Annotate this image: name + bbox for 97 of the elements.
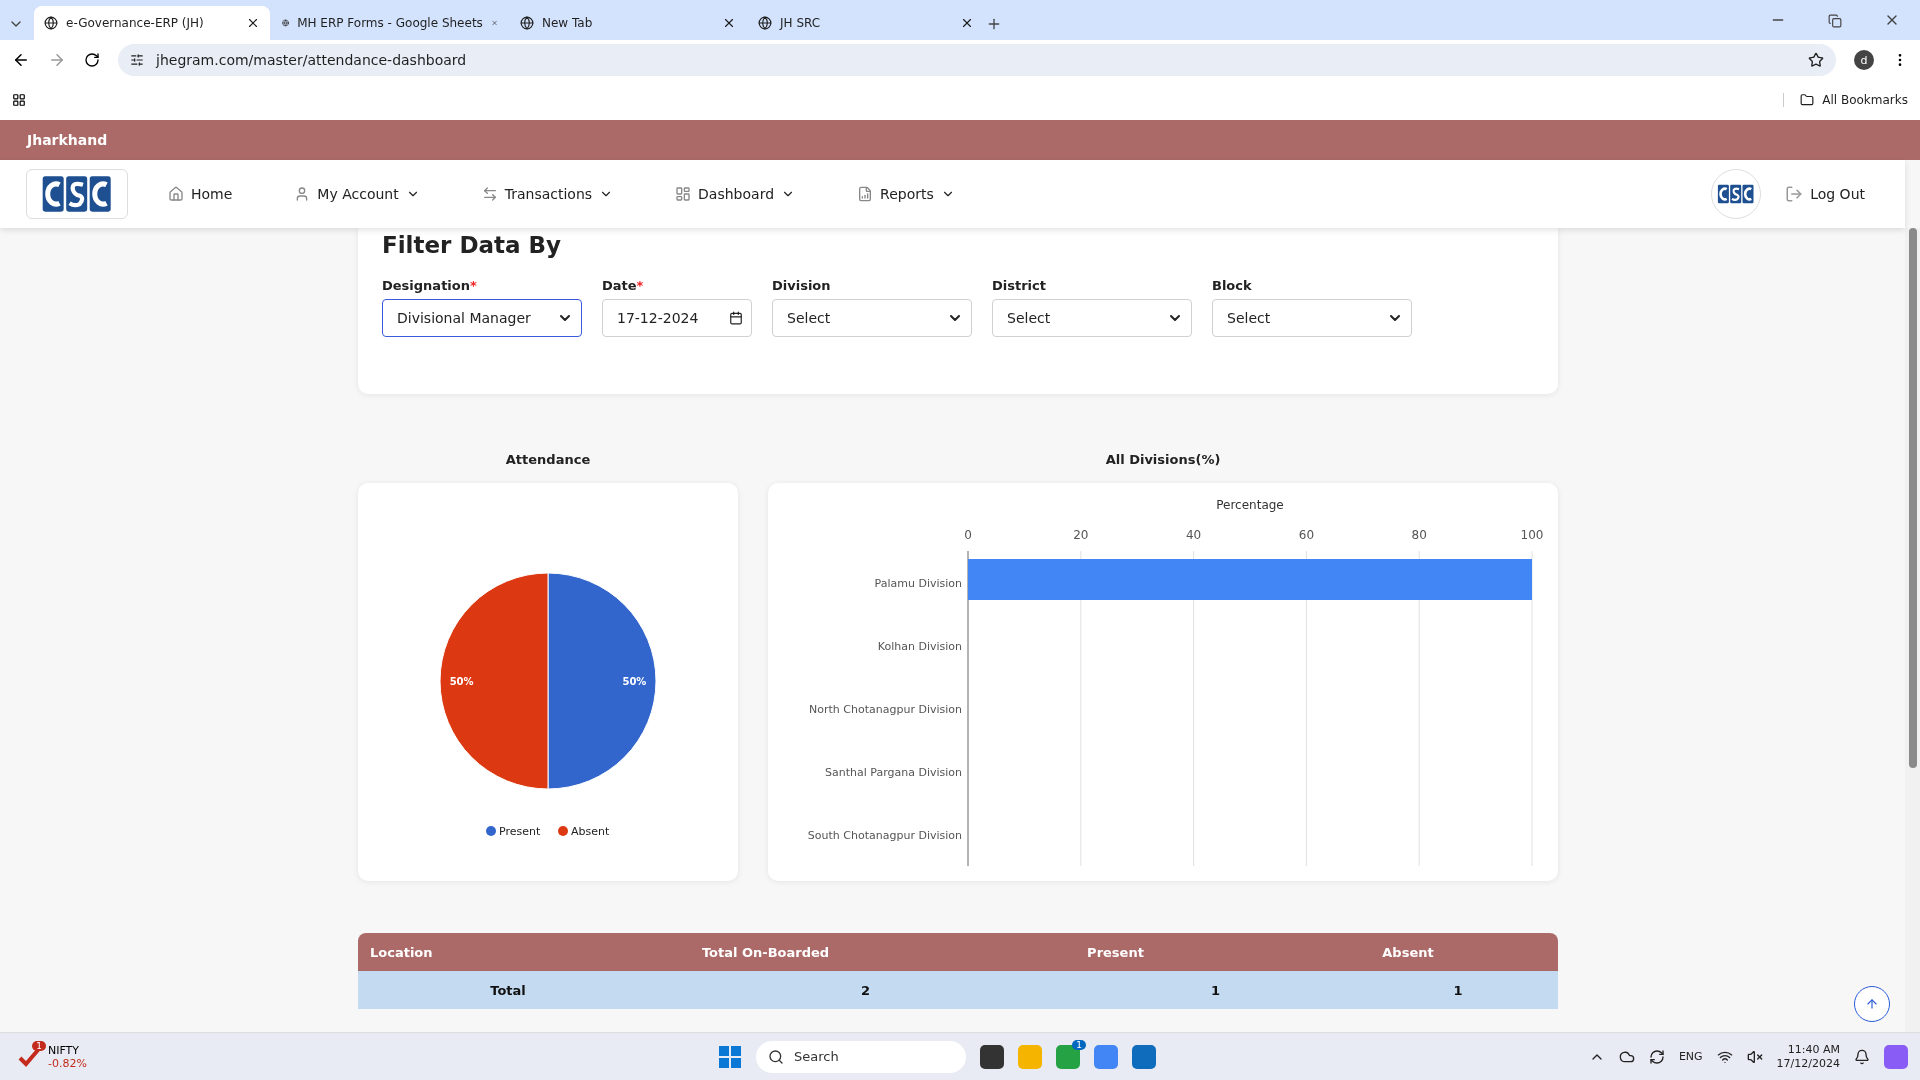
restore-icon[interactable] <box>1828 14 1842 28</box>
scroll-top-button[interactable] <box>1854 986 1890 1022</box>
browser-icon[interactable] <box>1094 1044 1118 1069</box>
arrow-up-icon <box>1865 997 1879 1011</box>
copilot-icon[interactable] <box>1884 1044 1908 1069</box>
select-field[interactable]: Select <box>992 299 1192 337</box>
apps-icon[interactable] <box>12 93 26 107</box>
field-label: Block <box>1212 278 1253 293</box>
taskbar-search[interactable]: Search <box>756 1040 966 1073</box>
browser-tab[interactable]: MH ERP Forms - Google Sheets <box>272 6 508 40</box>
date-field[interactable]: 17-12-2024 <box>602 299 752 337</box>
all-bookmarks[interactable]: All Bookmarks <box>1783 93 1908 107</box>
browser-tab[interactable]: New Tab <box>510 6 746 40</box>
globe-icon <box>282 16 290 30</box>
column-header: Absent <box>1381 944 1435 960</box>
globe-icon <box>520 16 534 30</box>
close-icon[interactable] <box>246 16 260 30</box>
logo[interactable] <box>26 169 128 219</box>
stock-widget[interactable]: 1 NIFTY -0.82% <box>18 1043 718 1070</box>
table-cell-text: Total <box>489 982 527 998</box>
grid-icon <box>675 186 692 202</box>
logout-icon <box>1785 185 1804 203</box>
search-icon <box>768 1048 784 1065</box>
address-bar[interactable]: jhegram.com/master/attendance-dashboard <box>118 44 1836 76</box>
sync-icon[interactable] <box>1648 1048 1665 1065</box>
state-name: Jharkhand <box>27 132 108 148</box>
nav-item[interactable]: Reports <box>857 186 955 202</box>
mail-icon[interactable] <box>1132 1044 1156 1069</box>
nav-item[interactable]: My Account <box>294 186 420 202</box>
tick-label: 0 <box>964 528 972 542</box>
select-field[interactable]: Select <box>1212 299 1412 337</box>
mute-icon[interactable] <box>1746 1048 1763 1065</box>
back-icon[interactable] <box>12 51 30 69</box>
language-indicator[interactable]: ENG <box>1678 1050 1703 1063</box>
legend-dot <box>558 826 568 836</box>
column-header: Total On-Boarded <box>700 944 831 960</box>
notification-badge: 1 <box>32 1040 46 1051</box>
field-label: District <box>992 278 1047 293</box>
calendar-icon <box>729 311 743 325</box>
category-label: Kolhan Division <box>877 639 962 653</box>
bookmark-star-icon[interactable] <box>1808 52 1824 68</box>
column-header: Location <box>369 944 434 960</box>
select-field[interactable]: Select <box>772 299 972 337</box>
table-cell-text: 2 <box>859 982 871 998</box>
clock[interactable]: 11:40 AM 17/12/2024 <box>1776 1042 1840 1071</box>
slice-label: 50% <box>449 676 474 687</box>
legend-dot <box>486 826 496 836</box>
category-label: North Chotanagpur Division <box>809 702 962 716</box>
nav-item[interactable]: Transactions <box>481 186 614 202</box>
tick-label: 80 <box>1411 528 1427 542</box>
browser-tab[interactable]: e-Governance-ERP (JH) <box>34 6 270 40</box>
category-label: Palamu Division <box>874 576 962 590</box>
notification-icon[interactable] <box>1854 1048 1870 1065</box>
column-header: Present <box>1086 944 1145 960</box>
profile-avatar[interactable]: d <box>1854 50 1874 70</box>
report-icon <box>857 186 874 202</box>
filter-title: Filter Data By <box>382 232 563 258</box>
table-cell-text: 1 <box>1452 982 1464 998</box>
folder-icon <box>1800 93 1815 107</box>
forward-icon[interactable] <box>48 51 66 69</box>
new-tab-icon[interactable] <box>986 16 1002 32</box>
arrows-icon <box>481 186 498 202</box>
home-icon <box>168 186 184 202</box>
tick-label: 60 <box>1298 528 1315 542</box>
chart-title: Attendance <box>504 452 592 467</box>
globe-icon <box>758 16 772 30</box>
tick-label: 100 <box>1520 528 1544 542</box>
site-settings-icon <box>130 53 144 67</box>
csc-logo <box>1717 183 1755 205</box>
close-icon[interactable] <box>722 16 736 30</box>
reload-icon[interactable] <box>84 52 100 68</box>
scrollbar-thumb[interactable] <box>1908 228 1917 768</box>
legend-label: Absent <box>571 825 610 838</box>
app-icon[interactable] <box>980 1044 1004 1069</box>
windows-icon[interactable] <box>718 1044 742 1069</box>
field-label: Division <box>772 278 832 293</box>
nav-item[interactable]: Dashboard <box>675 186 796 202</box>
category-label: Santhal Pargana Division <box>825 765 962 779</box>
nav-item[interactable]: Home <box>168 186 233 202</box>
close-icon[interactable] <box>960 16 974 30</box>
tick-label: 20 <box>1073 528 1089 542</box>
tick-label: 40 <box>1185 528 1202 542</box>
category-label: South Chotanagpur Division <box>807 828 962 842</box>
slice-label: 50% <box>622 676 647 687</box>
select-field[interactable]: Divisional Manager <box>382 299 582 337</box>
logout-link[interactable]: Log Out <box>1785 185 1865 203</box>
axis-title: Percentage <box>1216 498 1284 512</box>
legend-label: Present <box>499 825 541 838</box>
browser-tab[interactable]: JH SRC <box>748 6 984 40</box>
profile-logo[interactable] <box>1711 169 1762 219</box>
field-label: Date* <box>602 278 645 293</box>
field-label: Designation* <box>382 278 478 293</box>
csc-logo <box>41 173 113 215</box>
chart-title: All Divisions(%) <box>1104 452 1222 467</box>
notification-badge: 1 <box>1072 1039 1086 1050</box>
table-cell-text: 1 <box>1209 982 1221 998</box>
globe-icon <box>44 16 58 30</box>
